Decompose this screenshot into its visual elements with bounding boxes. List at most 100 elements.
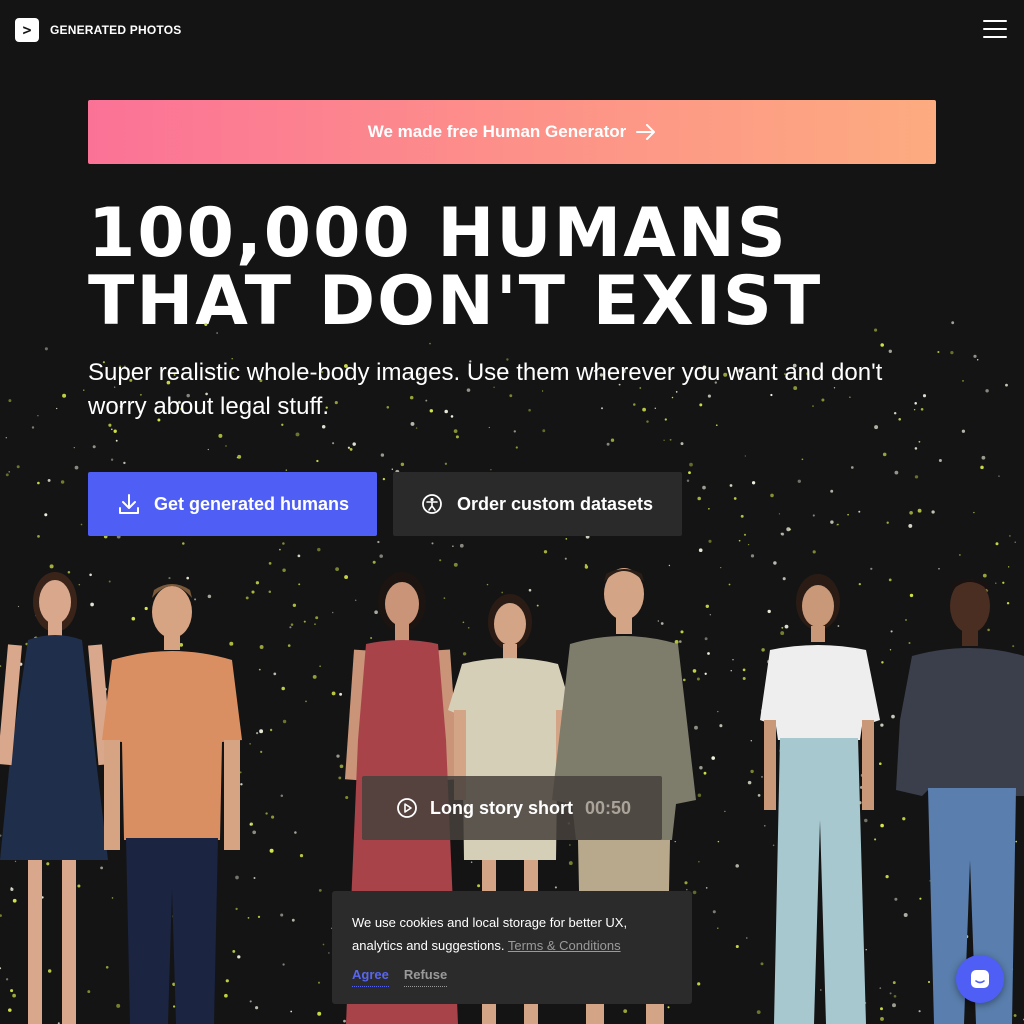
long-story-short-video-button[interactable]: Long story short 00:50: [362, 776, 662, 840]
sparkle-dot: [8, 471, 10, 473]
sparkle-dot: [909, 510, 913, 515]
person-6: [760, 574, 880, 1024]
sparkle-dot: [729, 484, 733, 487]
sparkle-dot: [56, 407, 58, 410]
sparkle-dot: [801, 458, 804, 461]
sparkle-dot: [743, 533, 747, 536]
sparkle-dot: [847, 513, 849, 516]
sparkle-dot: [31, 426, 35, 429]
sparkle-dot: [488, 426, 490, 429]
sparkle-dot: [453, 429, 458, 433]
sparkle-dot: [5, 437, 8, 439]
sparkle-dot: [688, 471, 691, 475]
sparkle-dot: [973, 511, 975, 514]
sparkle-dot: [781, 532, 785, 536]
sparkle-dot: [751, 481, 756, 485]
sparkle-dot: [16, 465, 20, 469]
sparkle-dot: [1005, 383, 1008, 387]
sparkle-dot: [715, 424, 718, 427]
sparkle-dot: [285, 469, 287, 471]
sparkle-dot: [738, 539, 741, 542]
order-custom-datasets-label: Order custom datasets: [457, 493, 654, 514]
sparkle-dot: [812, 514, 815, 517]
sparkle-dot: [937, 350, 940, 354]
sparkle-dot: [882, 452, 887, 457]
sparkle-dot: [744, 455, 746, 457]
sparkle-dot: [400, 462, 405, 467]
sparkle-dot: [380, 453, 385, 457]
sparkle-dot: [950, 350, 954, 355]
sparkle-dot: [391, 468, 394, 471]
sparkle-dot: [669, 438, 672, 441]
sparkle-dot: [431, 542, 434, 545]
sparkle-dot: [702, 485, 706, 490]
sparkle-dot: [836, 524, 838, 526]
chat-icon: [971, 970, 989, 988]
sparkle-dot: [917, 508, 922, 513]
chat-button[interactable]: [956, 955, 1004, 1003]
order-custom-datasets-button[interactable]: Order custom datasets: [393, 472, 682, 536]
get-generated-humans-button[interactable]: Get generated humans: [88, 472, 377, 536]
agree-button[interactable]: Agree: [352, 963, 389, 987]
sparkle-dot: [108, 423, 112, 427]
sparkle-dot: [74, 465, 79, 470]
sparkle-dot: [73, 446, 75, 449]
logo-icon: >: [15, 18, 39, 42]
promo-banner[interactable]: We made free Human Generator: [88, 100, 936, 164]
sparkle-dot: [998, 475, 1000, 477]
sparkle-dot: [321, 424, 326, 429]
hamburger-menu-icon[interactable]: [983, 20, 1007, 38]
sparkle-dot: [914, 475, 919, 479]
custom-dataset-icon: [422, 494, 442, 514]
sparkle-dot: [985, 389, 989, 393]
sparkle-dot: [708, 507, 710, 510]
sparkle-dot: [83, 389, 85, 391]
sparkle-dot: [282, 542, 285, 545]
person-1: [0, 572, 113, 1024]
get-generated-humans-label: Get generated humans: [154, 493, 350, 514]
sparkle-dot: [332, 442, 335, 445]
sparkle-dot: [218, 433, 223, 438]
sparkle-dot: [606, 442, 610, 446]
sparkle-dot: [204, 322, 208, 326]
logo[interactable]: > GENERATED PHOTOS: [15, 18, 181, 42]
sparkle-dot: [225, 445, 227, 447]
sparkle-dot: [515, 446, 518, 449]
sparkle-dot: [80, 523, 83, 526]
sparkle-dot: [931, 510, 935, 514]
cookie-actions: Agree Refuse: [352, 963, 672, 987]
video-label: Long story short: [430, 797, 573, 818]
terms-link[interactable]: Terms & Conditions: [508, 938, 621, 953]
sparkle-dot: [663, 439, 665, 442]
sparkle-dot: [610, 438, 615, 442]
sparkle-dot: [316, 459, 319, 463]
sparkle-dot: [110, 458, 114, 461]
refuse-button[interactable]: Refuse: [403, 963, 448, 987]
sparkle-dot: [747, 543, 750, 546]
sparkle-dot: [708, 539, 712, 543]
sparkle-dot: [698, 548, 703, 553]
sparkle-dot: [347, 446, 351, 449]
sparkle-dot: [349, 447, 353, 451]
sparkle-dot: [182, 542, 185, 545]
sparkle-dot: [455, 435, 459, 439]
sparkle-dot: [686, 479, 690, 482]
sparkle-dot: [237, 454, 242, 459]
sparkle-dot: [850, 466, 854, 469]
sparkle-dot: [1014, 541, 1016, 543]
sparkle-dot: [62, 393, 67, 398]
sparkle-dot: [37, 481, 40, 485]
sparkle-dot: [918, 440, 921, 443]
sparkle-dot: [37, 414, 39, 417]
sparkle-dot: [44, 513, 48, 517]
sparkle-dot: [123, 461, 126, 465]
person-7: [896, 579, 1024, 1024]
sparkle-dot: [60, 480, 65, 484]
sparkle-dot: [733, 497, 737, 500]
arrow-right-icon: [636, 124, 656, 140]
person-2: [102, 584, 242, 1024]
sparkle-dot: [797, 479, 801, 483]
play-icon: [397, 798, 417, 818]
sparkle-dot: [279, 548, 281, 551]
sparkle-dot: [543, 550, 548, 554]
